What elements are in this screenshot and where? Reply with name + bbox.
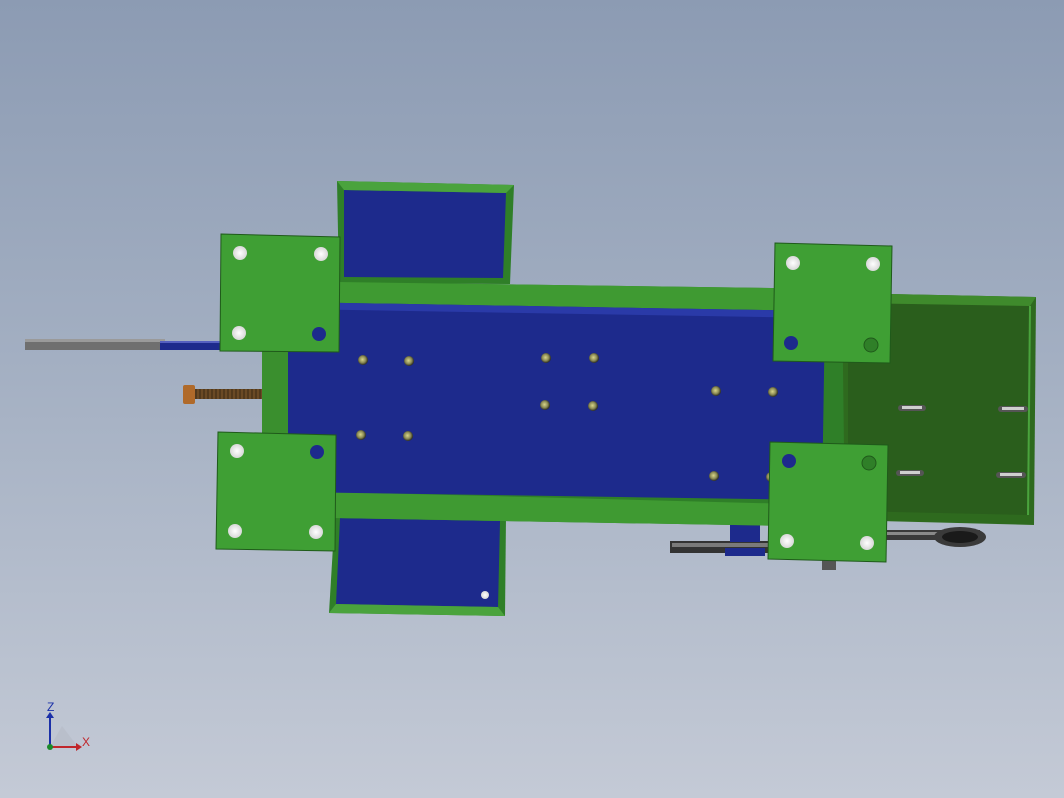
inner-bed[interactable] [288, 302, 825, 500]
bottom-wing-box[interactable] [329, 513, 506, 616]
set-screw [822, 560, 836, 570]
screw [709, 471, 719, 481]
screw [711, 386, 721, 396]
mounting-hole [310, 445, 324, 459]
mounting-hole [481, 591, 489, 599]
mounting-hole [228, 524, 242, 538]
lead-screw[interactable] [183, 385, 265, 404]
mounting-hole [309, 525, 323, 539]
mounting-hole [860, 536, 874, 550]
mounting-hole [863, 337, 879, 353]
mounting-hole [784, 336, 798, 350]
corner-plate-bottom-left[interactable] [215, 431, 337, 552]
mounting-hole [786, 256, 800, 270]
mounting-hole [861, 455, 877, 471]
screw [356, 430, 366, 440]
motor-slot [998, 406, 1028, 412]
mounting-hole [233, 246, 247, 260]
mounting-hole [866, 257, 880, 271]
view-triad[interactable]: Z X [46, 700, 90, 751]
motor-slot [898, 405, 926, 411]
mounting-hole [230, 444, 244, 458]
triad-x-label: X [82, 735, 90, 749]
top-wing-box[interactable] [337, 181, 514, 284]
screw [358, 355, 368, 365]
motor-slot [996, 472, 1026, 478]
linear-rod[interactable] [25, 339, 222, 350]
corner-plate-top-right[interactable] [772, 242, 893, 364]
screw [589, 353, 599, 363]
model-canvas[interactable]: Z X [0, 0, 1064, 798]
triad-z-label: Z [47, 700, 54, 714]
screw-head[interactable] [183, 385, 195, 404]
mounting-hole [312, 327, 326, 341]
corner-plate-bottom-right[interactable] [767, 441, 889, 563]
motor-slot [896, 470, 924, 476]
corner-plate-top-left[interactable] [219, 233, 341, 353]
screw [403, 431, 413, 441]
mounting-hole [780, 534, 794, 548]
triad-plane [50, 726, 78, 747]
cad-graphics-viewport[interactable]: Z X [0, 0, 1064, 798]
mounting-hole [314, 247, 328, 261]
screw [540, 400, 550, 410]
screw [588, 401, 598, 411]
mounting-hole [232, 326, 246, 340]
screw [404, 356, 414, 366]
screw [541, 353, 551, 363]
triad-origin [47, 744, 53, 750]
screw [768, 387, 778, 397]
mounting-hole [782, 454, 796, 468]
